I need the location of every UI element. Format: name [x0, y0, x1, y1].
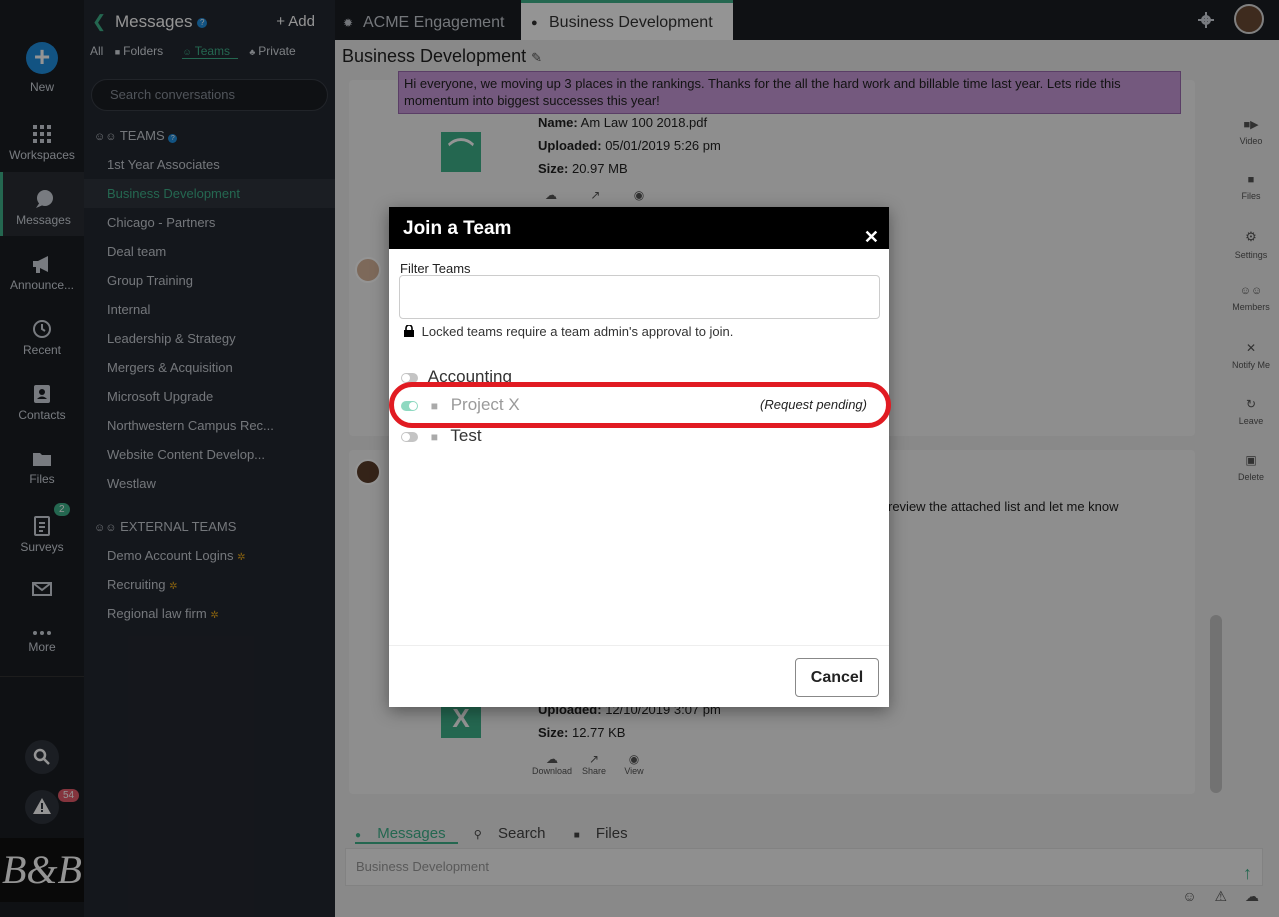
lock-icon: ■ — [430, 430, 438, 444]
modal-title: Join a Team ✕ — [389, 207, 889, 249]
highlight-annotation — [389, 382, 891, 428]
join-toggle[interactable] — [401, 431, 418, 442]
filter-teams-label: Filter Teams — [400, 261, 471, 276]
lock-icon — [404, 324, 414, 337]
join-team-modal: Join a Team ✕ Filter Teams Locked teams … — [389, 207, 891, 707]
filter-teams-input[interactable] — [399, 275, 880, 319]
locked-teams-note: Locked teams require a team admin's appr… — [404, 324, 733, 339]
modal-footer: Cancel — [389, 645, 889, 707]
close-icon[interactable]: ✕ — [864, 216, 879, 259]
cancel-button[interactable]: Cancel — [795, 658, 879, 697]
